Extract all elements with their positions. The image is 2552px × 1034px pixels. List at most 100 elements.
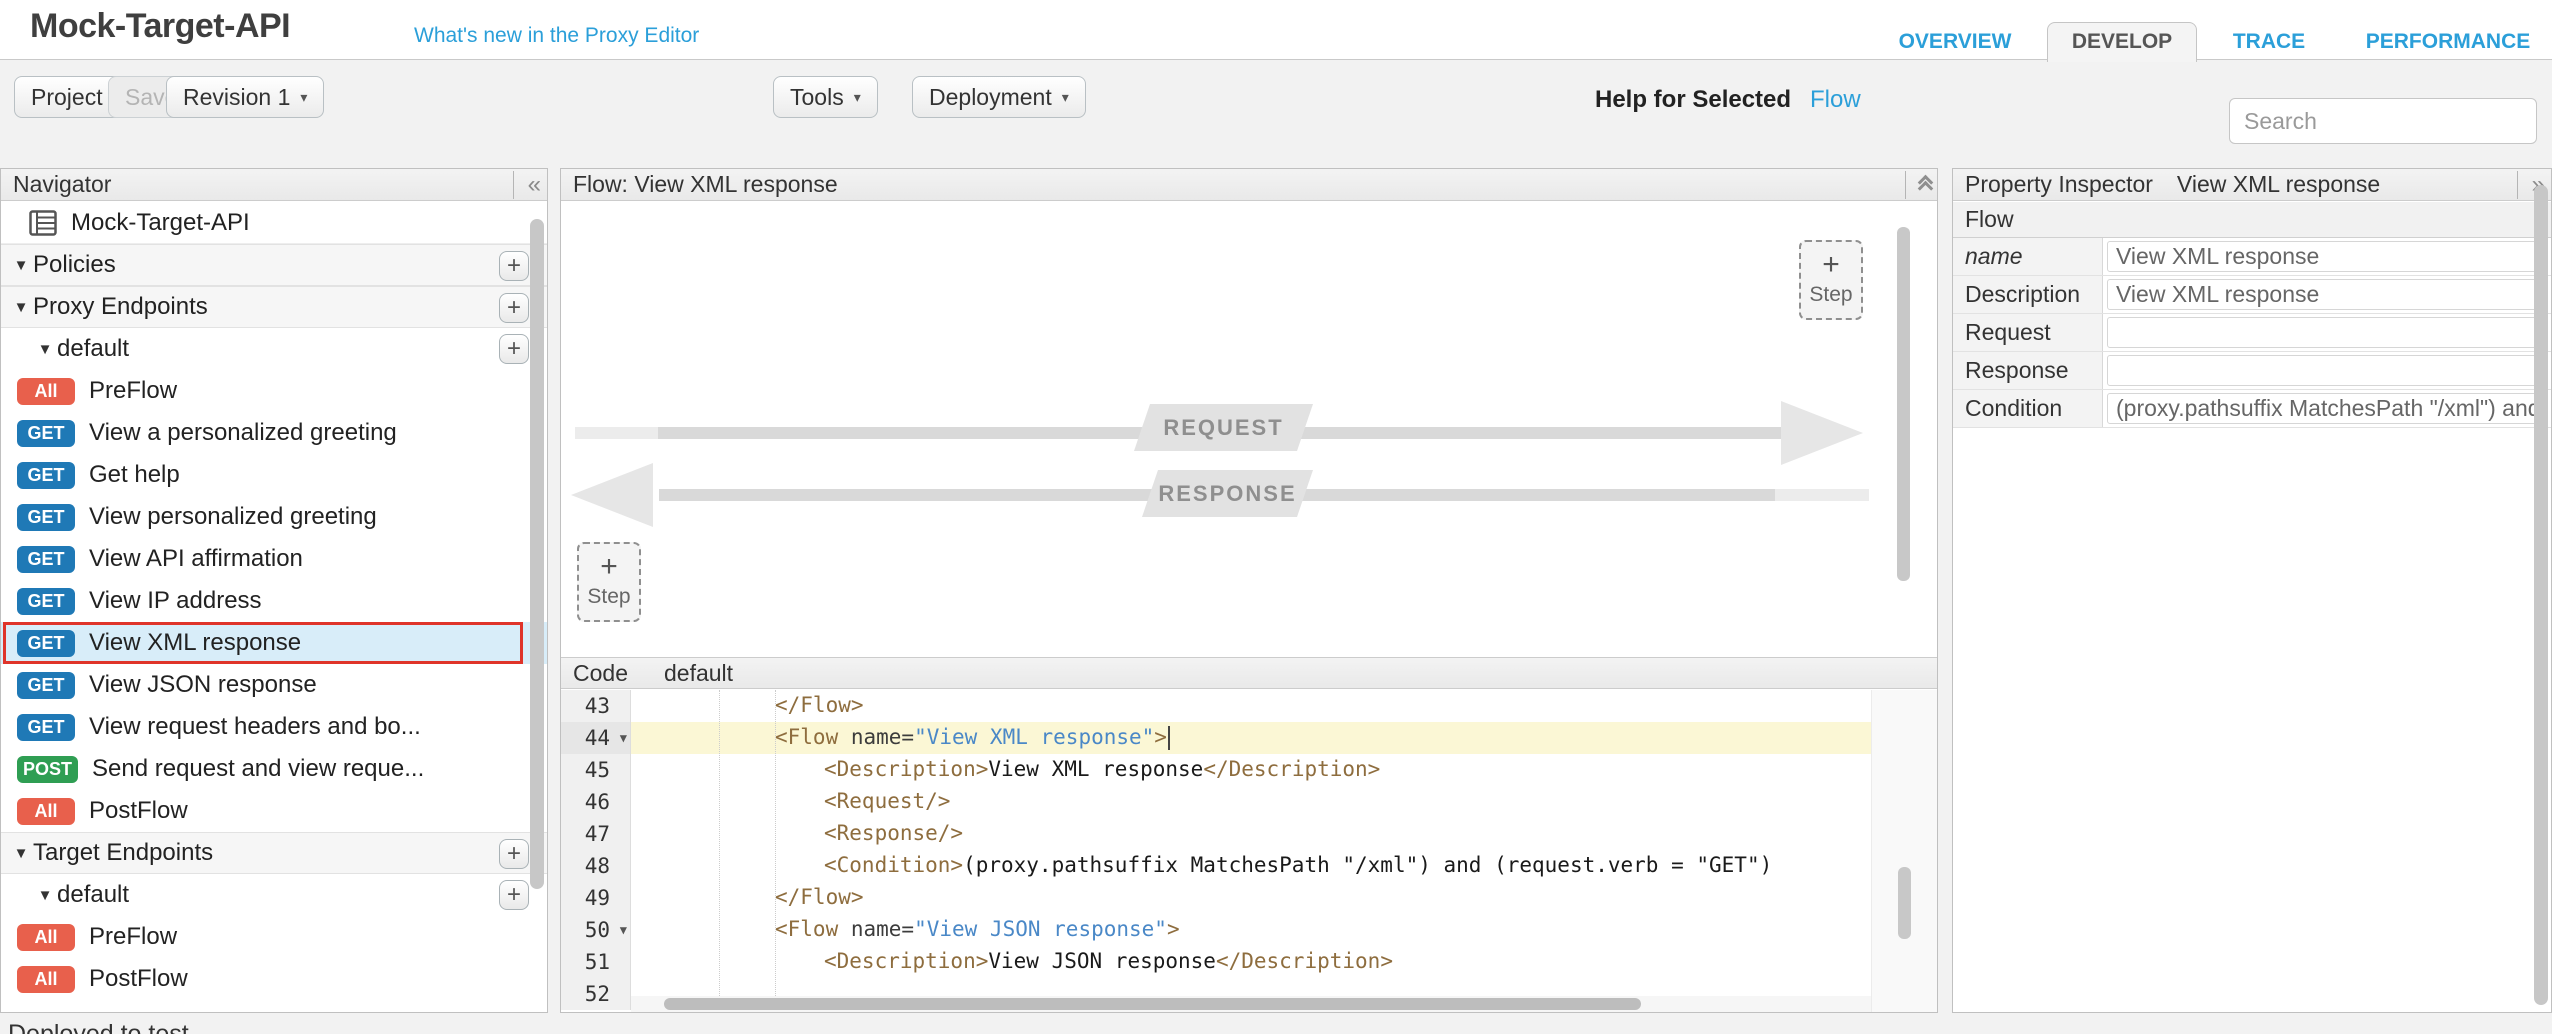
method-badge-get: GET [17,420,75,447]
deployment-menu-button[interactable]: Deployment ▾ [912,76,1086,118]
code-line-44[interactable]: 44▼<Flow name="View XML response"> [561,722,1871,754]
tree-collapse-caret-icon[interactable]: ▼ [9,257,33,274]
nav-item-label: View IP address [89,587,262,615]
code-vertical-scrollbar-thumb[interactable] [1898,867,1911,939]
code-line-51[interactable]: 51<Description>View JSON response</Descr… [561,946,1871,978]
inspector-row-name: nameView XML response [1953,238,2551,276]
tree-collapse-caret-icon[interactable]: ▼ [33,887,57,904]
nav-flow-view-personalized-greeting[interactable]: GETView personalized greeting [1,496,547,538]
code-editor[interactable]: 43</Flow>44▼<Flow name="View XML respons… [561,690,1871,1012]
method-badge-get: GET [17,462,75,489]
add-button[interactable]: + [499,839,529,869]
tree-collapse-caret-icon[interactable]: ▼ [9,299,33,316]
code-line-43[interactable]: 43</Flow> [561,690,1871,722]
property-label: Response [1953,352,2103,389]
line-number: 52 [561,978,631,1010]
code-panel-header: Code default [561,657,1937,689]
method-badge-all: All [17,378,75,405]
nav-flow-get-help[interactable]: GETGet help [1,454,547,496]
nav-section-policies[interactable]: ▼Policies+ [1,244,547,286]
request-flow-stub [575,427,658,439]
code-fold-icon[interactable]: ▼ [620,914,627,946]
chevron-down-icon: ▾ [300,89,307,106]
tab-performance[interactable]: PERFORMANCE [2355,24,2541,60]
collapse-navigator-button[interactable]: « [513,171,541,199]
nav-flow-postflow[interactable]: AllPostFlow [1,958,547,1000]
property-value-field[interactable]: (proxy.pathsuffix MatchesPath "/xml") an… [2107,393,2547,424]
flow-scrollbar-thumb[interactable] [1897,227,1910,581]
inspector-row-description: DescriptionView XML response [1953,276,2551,314]
inspector-scrollbar-thumb[interactable] [2534,185,2548,1005]
line-number: 45 [561,754,631,786]
property-value-field[interactable] [2107,317,2547,348]
method-badge-get: GET [17,630,75,657]
code-fold-icon[interactable]: ▼ [620,722,627,754]
response-flow-stub [1775,489,1869,501]
add-step-button-response[interactable]: + Step [577,542,641,622]
tab-develop[interactable]: DEVELOP [2047,22,2197,62]
collapse-flow-panel-button[interactable] [1905,171,1931,199]
tree-collapse-caret-icon[interactable]: ▼ [33,341,57,358]
code-line-content: </Flow> [631,690,1871,722]
deployment-menu-label: Deployment [929,84,1052,111]
property-value-field[interactable]: View XML response [2107,241,2547,272]
revision-menu-button[interactable]: Revision 1 ▾ [166,76,324,118]
api-document-icon [29,210,57,236]
property-inspector-header: Property Inspector View XML response » [1953,169,2551,201]
nav-flow-view-a-personalized-greeting[interactable]: GETView a personalized greeting [1,412,547,454]
add-button[interactable]: + [499,334,529,364]
nav-group-default[interactable]: ▼default+ [1,874,547,916]
nav-item-label: default [57,335,129,363]
code-panel-endpoint-name: default [664,660,733,687]
nav-section-target-endpoints[interactable]: ▼Target Endpoints+ [1,832,547,874]
nav-flow-view-api-affirmation[interactable]: GETView API affirmation [1,538,547,580]
nav-flow-view-xml-response[interactable]: GETView XML response [1,622,547,664]
add-button[interactable]: + [499,293,529,323]
line-number: 47 [561,818,631,850]
line-number: 46 [561,786,631,818]
search-input[interactable] [2229,98,2537,144]
nav-flow-view-request-headers-and-bo[interactable]: GETView request headers and bo... [1,706,547,748]
whats-new-link[interactable]: What's new in the Proxy Editor [414,24,699,48]
method-badge-get: GET [17,672,75,699]
tab-trace[interactable]: TRACE [2226,24,2312,60]
code-line-50[interactable]: 50▼<Flow name="View JSON response"> [561,914,1871,946]
property-value-field[interactable]: View XML response [2107,279,2547,310]
property-value-field[interactable] [2107,355,2547,386]
code-line-48[interactable]: 48<Condition>(proxy.pathsuffix MatchesPa… [561,850,1871,882]
tools-menu-button[interactable]: Tools ▾ [773,76,878,118]
nav-section-proxy-endpoints[interactable]: ▼Proxy Endpoints+ [1,286,547,328]
response-arrowhead-icon [571,463,653,527]
navigator-scrollbar-thumb[interactable] [530,219,544,889]
add-button[interactable]: + [499,880,529,910]
code-line-47[interactable]: 47<Response/> [561,818,1871,850]
nav-root-mock-target-api[interactable]: Mock-Target-API [1,202,547,244]
plus-icon: + [1822,253,1840,277]
nav-flow-preflow[interactable]: AllPreFlow [1,370,547,412]
tab-overview[interactable]: OVERVIEW [1890,24,2020,60]
code-line-46[interactable]: 46<Request/> [561,786,1871,818]
code-horizontal-scrollbar-thumb[interactable] [664,998,1641,1010]
nav-flow-view-json-response[interactable]: GETView JSON response [1,664,547,706]
tree-collapse-caret-icon[interactable]: ▼ [9,845,33,862]
nav-flow-view-ip-address[interactable]: GETView IP address [1,580,547,622]
add-button[interactable]: + [499,251,529,281]
code-line-49[interactable]: 49</Flow> [561,882,1871,914]
add-step-button-request[interactable]: + Step [1799,240,1863,320]
request-lane-badge: REQUEST [1134,404,1313,451]
revision-menu-label: Revision 1 [183,84,290,111]
line-number: 49 [561,882,631,914]
code-line-content: <Flow name="View JSON response"> [631,914,1871,946]
nav-item-label: PreFlow [89,923,177,951]
add-step-label: Step [587,585,630,609]
code-line-45[interactable]: 45<Description>View XML response</Descri… [561,754,1871,786]
code-line-content: <Flow name="View XML response"> [631,722,1871,754]
nav-flow-send-request-and-view-reque[interactable]: POSTSend request and view reque... [1,748,547,790]
help-selected-flow-link[interactable]: Flow [1810,86,1861,114]
property-label: Description [1953,276,2103,313]
nav-group-default[interactable]: ▼default + [1,328,547,370]
code-line-content: <Response/> [631,818,1871,850]
nav-flow-preflow[interactable]: AllPreFlow [1,916,547,958]
nav-flow-postflow[interactable]: AllPostFlow [1,790,547,832]
code-line-content: <Condition>(proxy.pathsuffix MatchesPath… [631,850,1871,882]
